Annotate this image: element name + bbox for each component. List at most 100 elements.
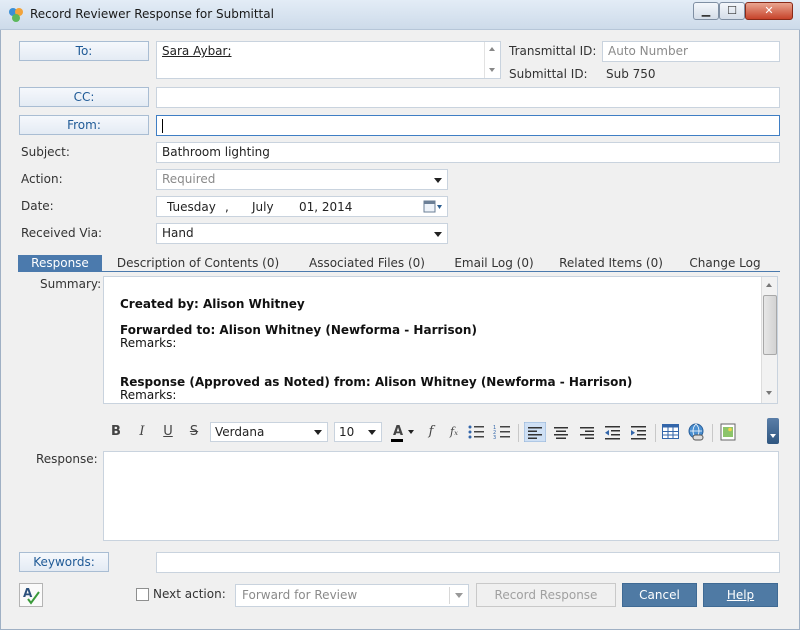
tab-description-of-contents[interactable]: Description of Contents (0) — [110, 255, 286, 272]
tab-related-items[interactable]: Related Items (0) — [552, 255, 670, 272]
subject-label: Subject: — [21, 145, 70, 159]
insert-link-icon[interactable] — [687, 423, 705, 441]
align-center-icon[interactable] — [553, 424, 569, 440]
scroll-up-icon[interactable] — [766, 283, 772, 287]
help-button[interactable]: Help — [703, 583, 778, 607]
font-color-dropdown-icon[interactable] — [408, 430, 414, 434]
text-cursor — [162, 118, 163, 133]
scroll-down-icon[interactable] — [766, 391, 772, 395]
font-color-icon[interactable]: A — [387, 422, 409, 442]
cancel-button[interactable]: Cancel — [622, 583, 697, 607]
window-title: Record Reviewer Response for Submittal — [30, 7, 274, 21]
date-picker[interactable]: Tuesday , July 01, 2014 — [156, 196, 448, 217]
submittal-id-value: Sub 750 — [606, 67, 656, 81]
received-via-dropdown[interactable]: Hand — [156, 223, 448, 244]
insert-table-icon[interactable] — [662, 424, 679, 439]
spell-check-icon: A — [23, 586, 40, 605]
font-family-select[interactable]: Verdana — [210, 422, 328, 442]
toolbar-separator — [655, 424, 656, 442]
cc-field[interactable] — [156, 87, 780, 108]
record-response-button[interactable]: Record Response — [476, 583, 616, 607]
response-editor[interactable] — [103, 451, 779, 541]
next-action-label: Next action: — [153, 587, 226, 601]
tab-email-log[interactable]: Email Log (0) — [448, 255, 540, 272]
subject-field[interactable]: Bathroom lighting — [156, 142, 780, 163]
scroll-thumb[interactable] — [763, 295, 777, 355]
keywords-button[interactable]: Keywords: — [19, 552, 109, 572]
chevron-down-icon — [770, 434, 776, 438]
transmittal-id-field: Auto Number — [602, 41, 780, 62]
summary-response-from: Response (Approved as Noted) from: Aliso… — [120, 375, 633, 389]
chevron-down-icon[interactable] — [434, 178, 442, 183]
formula-icon[interactable]: f — [420, 422, 442, 442]
date-month[interactable]: July — [252, 200, 274, 215]
keywords-field[interactable] — [156, 552, 780, 573]
tab-change-log[interactable]: Change Log — [682, 255, 768, 272]
align-left-icon[interactable] — [524, 422, 546, 442]
calendar-icon[interactable] — [423, 200, 443, 214]
date-label: Date: — [21, 199, 54, 213]
bold-icon[interactable]: B — [105, 422, 127, 442]
summary-box[interactable]: Created by: Alison Whitney Forwarded to:… — [103, 276, 778, 404]
app-logo-icon — [9, 8, 23, 22]
date-weekday[interactable]: Tuesday — [167, 200, 216, 215]
summary-remarks-1: Remarks: — [120, 336, 177, 350]
tab-response[interactable]: Response — [18, 255, 102, 272]
font-size-select[interactable]: 10 — [334, 422, 382, 442]
to-recipient[interactable]: Sara Aybar; — [162, 44, 232, 58]
cc-button[interactable]: CC: — [19, 87, 149, 107]
insert-image-icon[interactable] — [719, 423, 737, 441]
received-via-value: Hand — [162, 226, 194, 240]
toolbar-separator — [518, 424, 519, 442]
indent-icon[interactable] — [630, 424, 647, 440]
from-field[interactable] — [156, 115, 780, 136]
strikethrough-icon[interactable]: S — [183, 422, 205, 442]
align-right-icon[interactable] — [579, 424, 595, 440]
toolbar-separator — [712, 424, 713, 442]
summary-forwarded-to: Forwarded to: Alison Whitney (Newforma -… — [120, 323, 477, 337]
summary-scrollbar[interactable] — [761, 277, 777, 403]
chevron-down-icon[interactable] — [368, 430, 376, 435]
numbered-list-icon[interactable]: 1 2 3 — [493, 424, 511, 440]
maximize-button[interactable]: ☐ — [719, 2, 745, 20]
font-size-value: 10 — [339, 425, 355, 439]
bullet-list-icon[interactable] — [467, 424, 485, 440]
minimize-button[interactable]: ▁ — [693, 2, 719, 20]
spell-check-button[interactable]: A — [19, 583, 43, 607]
submittal-id-label: Submittal ID: — [509, 67, 588, 81]
summary-remarks-2: Remarks: — [120, 388, 177, 402]
action-placeholder: Required — [162, 172, 216, 186]
toolbar-overflow-button[interactable] — [767, 418, 779, 444]
to-button[interactable]: To: — [19, 41, 149, 61]
clear-format-icon[interactable]: fₓ — [443, 422, 465, 442]
scroll-down-icon[interactable] — [489, 68, 495, 72]
date-separator: , — [225, 200, 229, 214]
tab-underline — [18, 271, 780, 272]
transmittal-id-label: Transmittal ID: — [509, 44, 597, 58]
date-day-year[interactable]: 01, 2014 — [299, 200, 352, 215]
italic-icon[interactable]: I — [131, 422, 153, 442]
underline-icon[interactable]: U — [157, 422, 179, 442]
chevron-down-icon[interactable] — [434, 232, 442, 237]
action-label: Action: — [21, 172, 63, 186]
to-field[interactable]: Sara Aybar; — [156, 41, 501, 79]
received-via-label: Received Via: — [21, 226, 103, 240]
svg-text:3: 3 — [493, 435, 496, 440]
next-action-checkbox[interactable] — [136, 588, 149, 601]
to-scrollbar[interactable] — [484, 42, 500, 78]
action-dropdown[interactable]: Required — [156, 169, 448, 190]
scroll-up-icon[interactable] — [489, 47, 495, 51]
from-button[interactable]: From: — [19, 115, 149, 135]
response-label: Response: — [36, 452, 98, 466]
outdent-icon[interactable] — [604, 424, 621, 440]
close-button[interactable]: ✕ — [745, 2, 793, 20]
chevron-down-icon[interactable] — [314, 430, 322, 435]
chevron-down-icon[interactable] — [455, 593, 463, 598]
tab-associated-files[interactable]: Associated Files (0) — [302, 255, 432, 272]
font-family-value: Verdana — [215, 425, 265, 439]
next-action-dropdown[interactable]: Forward for Review — [235, 584, 469, 607]
svg-text:A: A — [23, 586, 33, 600]
next-action-value: Forward for Review — [242, 588, 358, 602]
summary-created-by: Created by: Alison Whitney — [120, 297, 305, 311]
summary-label: Summary: — [40, 277, 102, 291]
